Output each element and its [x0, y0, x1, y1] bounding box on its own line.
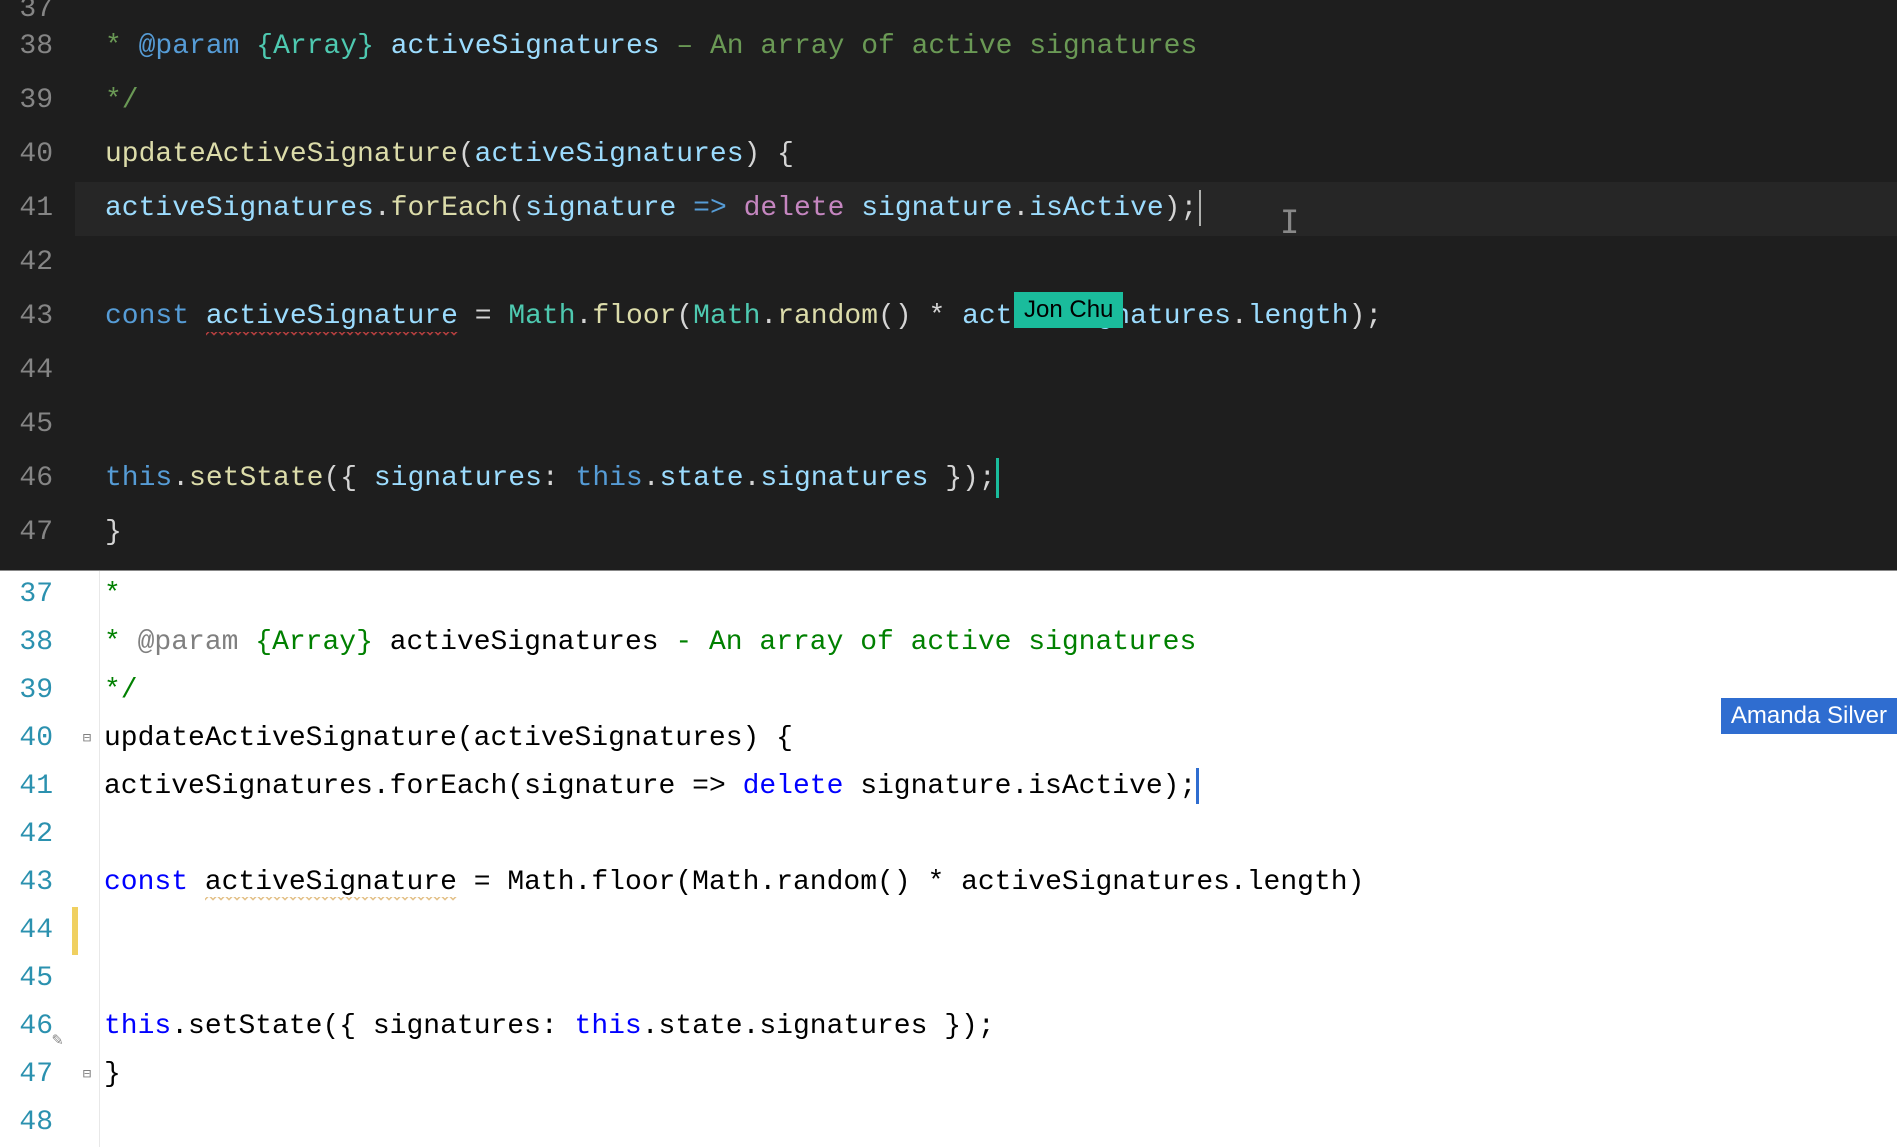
line-number: 39	[0, 74, 75, 128]
line-number: 46	[0, 452, 75, 506]
code-content: const activeSignature = Math.floor(Math.…	[104, 859, 1897, 907]
code-content: }	[75, 506, 1897, 560]
code-line[interactable]: 47 ⊟ }	[0, 1051, 1897, 1099]
line-number: 48	[0, 1099, 75, 1147]
line-number: 43	[0, 859, 75, 907]
line-number: 38	[0, 619, 75, 667]
code-line[interactable]: 44	[0, 344, 1897, 398]
code-content: updateActiveSignature(activeSignatures) …	[104, 715, 1897, 763]
line-number: 37	[0, 571, 75, 619]
collaborator-cursor	[1196, 768, 1199, 804]
code-content: *	[104, 571, 1897, 619]
code-line[interactable]: 47 }	[0, 506, 1897, 560]
fold-expand-icon: ⊟	[83, 1051, 91, 1099]
warning-underline: activeSignature	[206, 301, 458, 336]
fold-gutter[interactable]	[75, 811, 100, 859]
code-line[interactable]: 42	[0, 811, 1897, 859]
code-line[interactable]: 38 * @param {Array} activeSignatures – A…	[0, 20, 1897, 74]
collaborator-cursor	[996, 458, 999, 498]
code-line[interactable]: 37 *	[0, 571, 1897, 619]
line-number: 43	[0, 290, 75, 344]
code-content: const activeSignature = Math.floor(Math.…	[75, 290, 1897, 344]
code-line[interactable]: 43 const activeSignature = Math.floor(Ma…	[0, 859, 1897, 907]
code-line[interactable]: 48	[0, 1099, 1897, 1147]
code-line[interactable]: 45	[0, 955, 1897, 1003]
editor-pane-light[interactable]: 37 * 38 * @param {Array} activeSignature…	[0, 570, 1897, 1147]
code-line[interactable]: 39 */	[0, 74, 1897, 128]
code-line[interactable]: 40 updateActiveSignature(activeSignature…	[0, 128, 1897, 182]
text-cursor	[1199, 190, 1201, 226]
change-indicator	[72, 907, 78, 955]
code-line[interactable]: 46 this.setState({ signatures: this.stat…	[0, 452, 1897, 506]
code-line[interactable]: 44	[0, 907, 1897, 955]
line-number: 44	[0, 344, 75, 398]
line-number: 47	[0, 506, 75, 560]
line-number: 37	[0, 0, 75, 20]
code-line[interactable]: 37	[0, 0, 1897, 20]
code-content: updateActiveSignature(activeSignatures) …	[75, 128, 1897, 182]
code-line[interactable]: 45	[0, 398, 1897, 452]
line-number: 47	[0, 1051, 75, 1099]
fold-gutter[interactable]	[75, 619, 100, 667]
code-line[interactable]: ✎ 46 this.setState({ signatures: this.st…	[0, 1003, 1897, 1051]
fold-gutter[interactable]	[75, 1099, 100, 1147]
line-number: 45	[0, 398, 75, 452]
line-number: 39	[0, 667, 75, 715]
fold-gutter[interactable]	[75, 667, 100, 715]
code-content: */	[104, 667, 1897, 715]
fold-collapse-icon: ⊟	[83, 715, 91, 763]
line-number: 45	[0, 955, 75, 1003]
code-content: }	[104, 1051, 1897, 1099]
fold-gutter[interactable]	[75, 571, 100, 619]
editor-pane-dark[interactable]: 37 38 * @param {Array} activeSignatures …	[0, 0, 1897, 570]
code-content: * @param {Array} activeSignatures - An a…	[104, 619, 1897, 667]
line-number: 41	[0, 763, 75, 811]
collaborator-tag-jon[interactable]: Jon Chu	[1014, 292, 1123, 328]
code-line[interactable]: 40 ⊟ updateActiveSignature(activeSignatu…	[0, 715, 1897, 763]
code-content: this.setState({ signatures: this.state.s…	[104, 1003, 1897, 1051]
code-line-active[interactable]: 41 activeSignatures.forEach(signature =>…	[0, 182, 1897, 236]
code-line[interactable]: 43 const activeSignature = Math.floor(Ma…	[0, 290, 1897, 344]
line-number: 38	[0, 20, 75, 74]
code-content: activeSignatures.forEach(signature => de…	[104, 763, 1897, 811]
code-content: * @param {Array} activeSignatures – An a…	[75, 20, 1897, 74]
line-number: 42	[0, 236, 75, 290]
code-content: */	[75, 74, 1897, 128]
fold-gutter[interactable]	[75, 907, 100, 955]
fold-gutter[interactable]: ⊟	[75, 1051, 100, 1099]
line-number: 46	[0, 1003, 75, 1051]
fold-gutter[interactable]	[75, 1003, 100, 1051]
fold-gutter[interactable]: ⊟	[75, 715, 100, 763]
code-line[interactable]: 42	[0, 236, 1897, 290]
code-line[interactable]: 41 activeSignatures.forEach(signature =>…	[0, 763, 1897, 811]
code-content: this.setState({ signatures: this.state.s…	[75, 452, 1897, 506]
fold-gutter[interactable]	[75, 763, 100, 811]
line-number: 40	[0, 715, 75, 763]
line-number: 42	[0, 811, 75, 859]
code-content	[75, 0, 1897, 20]
line-number: 41	[0, 182, 75, 236]
line-number: 40	[0, 128, 75, 182]
warning-underline: activeSignature	[205, 867, 457, 901]
line-number: 44	[0, 907, 75, 955]
fold-gutter[interactable]	[75, 955, 100, 1003]
code-content: activeSignatures.forEach(signature => de…	[75, 182, 1897, 236]
collaborator-tag-amanda[interactable]: Amanda Silver	[1721, 698, 1897, 734]
code-line[interactable]: 38 * @param {Array} activeSignatures - A…	[0, 619, 1897, 667]
fold-gutter[interactable]	[75, 859, 100, 907]
code-line[interactable]: 39 */	[0, 667, 1897, 715]
